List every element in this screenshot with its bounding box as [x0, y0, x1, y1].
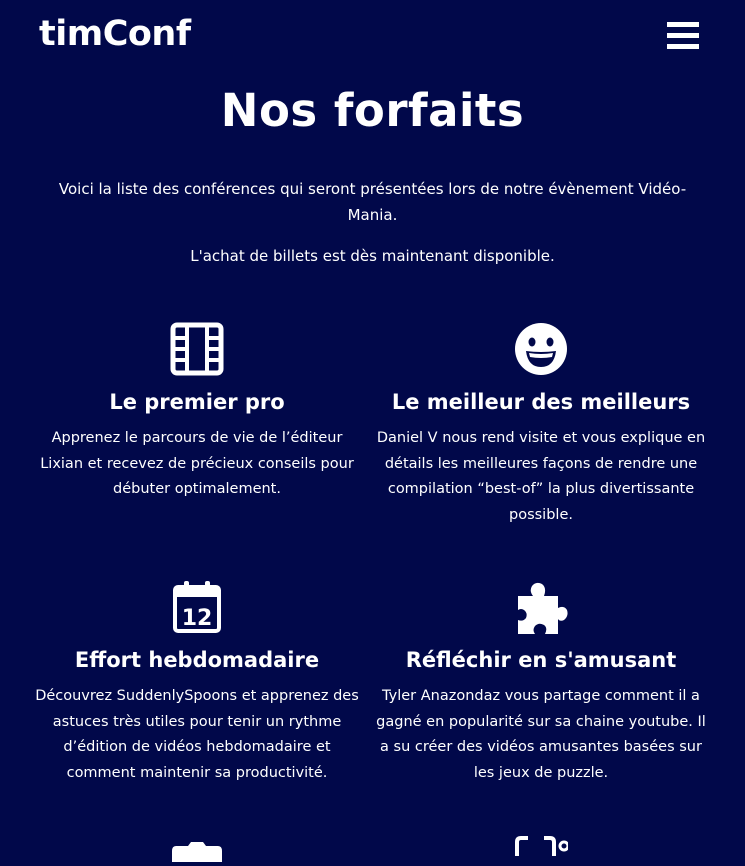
card-description: Découvrez SuddenlySpoons et apprenez des… — [35, 688, 359, 781]
page-title: Nos forfaits — [220, 84, 525, 137]
logo[interactable]: timConf — [39, 14, 191, 54]
card-description: Apprenez le parcours de vie de l’éditeur… — [40, 430, 354, 497]
plan-card-reflechir: Réfléchir en s'amusant Tyler Anazondaz v… — [376, 580, 706, 786]
card-title: Réfléchir en s'amusant — [405, 648, 677, 672]
card-title: Effort hebdomadaire — [74, 648, 320, 672]
camera-icon — [170, 842, 224, 862]
calendar-icon: 12 — [170, 580, 224, 634]
plan-card-le-premier-pro: Le premier pro Apprenez le parcours de v… — [32, 322, 362, 503]
grin-face-icon — [514, 322, 568, 376]
plan-card-effort-hebdomadaire: 12 Effort hebdomadaire Découvrez Suddenl… — [32, 580, 362, 786]
hamburger-menu-icon[interactable] — [667, 20, 699, 52]
puzzle-piece-icon — [514, 580, 568, 634]
video-camera-icon — [514, 836, 570, 856]
card-title: Le meilleur des meilleurs — [391, 390, 691, 414]
card-title: Le premier pro — [109, 390, 285, 414]
intro-text: Voici la liste des conférences qui seron… — [58, 180, 687, 224]
header: timConf — [0, 0, 745, 78]
calendar-day: 12 — [182, 606, 213, 631]
plan-card-6 — [376, 836, 706, 856]
film-icon — [170, 322, 224, 376]
card-description: Tyler Anazondaz vous partage comment il … — [376, 688, 706, 781]
plan-card-le-meilleur: Le meilleur des meilleurs Daniel V nous … — [376, 322, 706, 528]
card-description: Daniel V nous rend visite et vous expliq… — [376, 430, 706, 523]
plan-card-5 — [32, 842, 362, 862]
intro-subtext: L'achat de billets est dès maintenant di… — [190, 247, 555, 265]
